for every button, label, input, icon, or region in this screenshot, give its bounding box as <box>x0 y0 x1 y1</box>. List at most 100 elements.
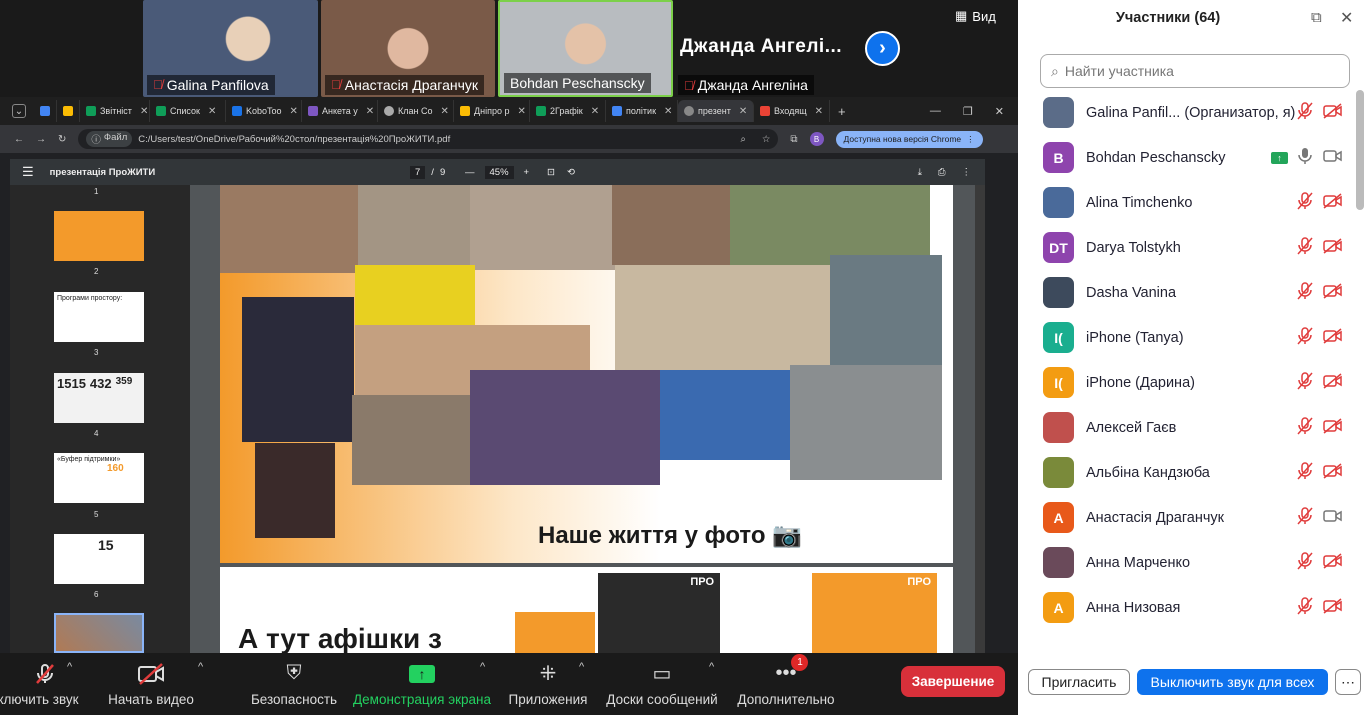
share-options-caret[interactable]: ^ <box>480 661 485 673</box>
tab[interactable] <box>34 100 57 122</box>
close-window-icon[interactable]: ✕ <box>995 105 1004 118</box>
mic-muted-icon[interactable] <box>1297 327 1313 348</box>
tab[interactable]: KoboToo ✕ <box>226 100 302 122</box>
video-off-icon[interactable] <box>1323 193 1343 212</box>
close-icon[interactable]: ✕ <box>440 106 448 117</box>
close-icon[interactable]: ✕ <box>815 106 823 117</box>
reload-icon[interactable]: ↻ <box>58 134 66 145</box>
participant-row[interactable]: I(iPhone (Tanya) <box>1018 315 1358 360</box>
mute-all-button[interactable]: Выключить звук для всех <box>1137 669 1328 695</box>
close-icon[interactable]: ✕ <box>290 106 298 117</box>
mute-button[interactable]: ключить звук <box>0 653 90 715</box>
participant-row[interactable]: Dasha Vanina <box>1018 270 1358 315</box>
tab[interactable]: Список ✕ <box>150 100 226 122</box>
apps-options-caret[interactable]: ^ <box>579 661 584 673</box>
page-number-input[interactable]: 7 <box>410 165 426 179</box>
close-icon[interactable]: ✕ <box>517 106 525 117</box>
more-options-button[interactable]: ⋯ <box>1335 669 1361 695</box>
list-scrollbar[interactable] <box>1356 90 1364 210</box>
video-tile[interactable]: 🎙̸ Galina Panfilova <box>143 0 318 97</box>
more-button[interactable]: ••• 1 Дополнительно <box>735 653 837 715</box>
close-icon[interactable]: ✕ <box>739 106 747 117</box>
menu-icon[interactable]: ☰ <box>22 164 34 180</box>
chrome-update-button[interactable]: Доступна нова версія Chrome ⋮ <box>835 130 983 148</box>
next-page-button[interactable]: › <box>865 31 900 66</box>
profile-avatar[interactable]: B <box>809 132 824 146</box>
video-off-icon[interactable] <box>1323 598 1343 617</box>
tab[interactable]: Дніпро р ✕ <box>454 100 530 122</box>
file-chip[interactable]: ⓘ Файл <box>86 131 133 147</box>
close-icon[interactable]: ✕ <box>140 106 148 117</box>
tab-search-icon[interactable]: ⌄ <box>12 104 26 118</box>
participant-row[interactable]: DT Darya Tolstykh <box>1018 225 1358 270</box>
tab[interactable]: Звітніст ✕ <box>80 100 150 122</box>
share-screen-button[interactable]: ↑ Демонстрация экрана <box>352 653 492 715</box>
participant-row[interactable]: I(iPhone (Дарина) <box>1018 360 1358 405</box>
mic-muted-icon[interactable] <box>1297 372 1313 393</box>
video-off-icon[interactable] <box>1323 553 1343 572</box>
video-off-icon[interactable] <box>1323 463 1343 482</box>
restore-icon[interactable]: ❐ <box>963 105 973 118</box>
video-options-caret[interactable]: ^ <box>198 661 203 673</box>
tab[interactable]: Клан Со ✕ <box>378 100 454 122</box>
bookmark-star-icon[interactable]: ☆ <box>762 134 771 145</box>
video-off-icon[interactable] <box>1323 328 1343 347</box>
close-icon[interactable]: ✕ <box>664 106 672 117</box>
video-off-icon[interactable] <box>1323 373 1343 392</box>
mic-muted-icon[interactable] <box>1297 462 1313 483</box>
tab[interactable]: політик ✕ <box>606 100 678 122</box>
participant-row[interactable]: A Анна Низовая <box>1018 585 1358 630</box>
url-field[interactable]: ⓘ Файл C:/Users/test/OneDrive/Рабочий%20с… <box>78 129 779 149</box>
mic-muted-icon[interactable] <box>1297 552 1313 573</box>
page-thumbnail-current[interactable] <box>54 613 144 653</box>
video-off-icon[interactable] <box>1323 283 1343 302</box>
zoom-icon[interactable]: ⌕ <box>741 134 746 145</box>
page-thumbnail[interactable] <box>54 211 144 261</box>
tab[interactable] <box>57 100 80 122</box>
download-icon[interactable]: ⤓ <box>918 167 922 178</box>
participant-row[interactable]: Galina Panfil... (Организатор, я) <box>1018 90 1358 135</box>
security-button[interactable]: ⛨ Безопасность <box>250 653 338 715</box>
video-tile[interactable]: 🎙̸ Анастасія Драганчук <box>321 0 495 97</box>
pdf-scrollbar[interactable] <box>975 185 985 653</box>
page-thumbnail[interactable]: 1515 432 359 <box>54 373 144 423</box>
minimize-icon[interactable]: — <box>930 105 941 118</box>
close-icon[interactable]: ✕ <box>1340 8 1353 28</box>
zoom-in-icon[interactable]: + <box>524 167 530 178</box>
participant-row[interactable]: A Анастасія Драганчук <box>1018 495 1358 540</box>
video-off-icon[interactable] <box>1323 103 1343 122</box>
forward-icon[interactable]: → <box>36 134 46 145</box>
more-icon[interactable]: ⋮ <box>962 167 972 178</box>
video-off-icon[interactable] <box>1323 418 1343 437</box>
view-button[interactable]: ▦ Вид <box>955 8 996 24</box>
boards-options-caret[interactable]: ^ <box>709 661 714 673</box>
zoom-out-icon[interactable]: — <box>465 167 475 178</box>
mic-muted-icon[interactable] <box>1297 102 1313 123</box>
mic-muted-icon[interactable] <box>1297 597 1313 618</box>
video-off-icon[interactable] <box>1323 238 1343 257</box>
participant-row[interactable]: Альбіна Кандзюба <box>1018 450 1358 495</box>
participant-row[interactable]: Анна Марченко <box>1018 540 1358 585</box>
participant-row[interactable]: Алексей Гаєв <box>1018 405 1358 450</box>
invite-button[interactable]: Пригласить <box>1028 669 1130 695</box>
mic-muted-icon[interactable] <box>1297 237 1313 258</box>
start-video-button[interactable]: Начать видео <box>105 653 197 715</box>
mic-muted-icon[interactable] <box>1297 282 1313 303</box>
zoom-input[interactable]: 45% <box>484 165 514 179</box>
video-tile-active-speaker[interactable]: Bohdan Peschanscky <box>498 0 673 97</box>
page-thumbnail[interactable]: 15 <box>54 534 144 584</box>
page-thumbnail[interactable]: «Буфер підтримки» 160 <box>54 453 144 503</box>
mic-icon[interactable] <box>1297 147 1313 168</box>
end-meeting-button[interactable]: Завершение <box>901 666 1005 697</box>
fit-page-icon[interactable]: ⊡ <box>547 167 555 178</box>
rotate-icon[interactable]: ⟲ <box>567 167 575 178</box>
print-icon[interactable]: ⎙ <box>938 167 946 178</box>
tab[interactable]: 2Графік ✕ <box>530 100 606 122</box>
video-icon[interactable] <box>1323 148 1343 167</box>
tab-active[interactable]: презент ✕ <box>678 100 754 122</box>
new-tab-icon[interactable]: + <box>838 104 846 119</box>
back-icon[interactable]: ← <box>14 134 24 145</box>
participant-row[interactable]: B Bohdan Peschanscky ↑ <box>1018 135 1358 180</box>
search-participants-field[interactable]: ⌕ Найти участника <box>1040 54 1350 88</box>
extensions-icon[interactable]: ⧉ <box>790 134 797 145</box>
